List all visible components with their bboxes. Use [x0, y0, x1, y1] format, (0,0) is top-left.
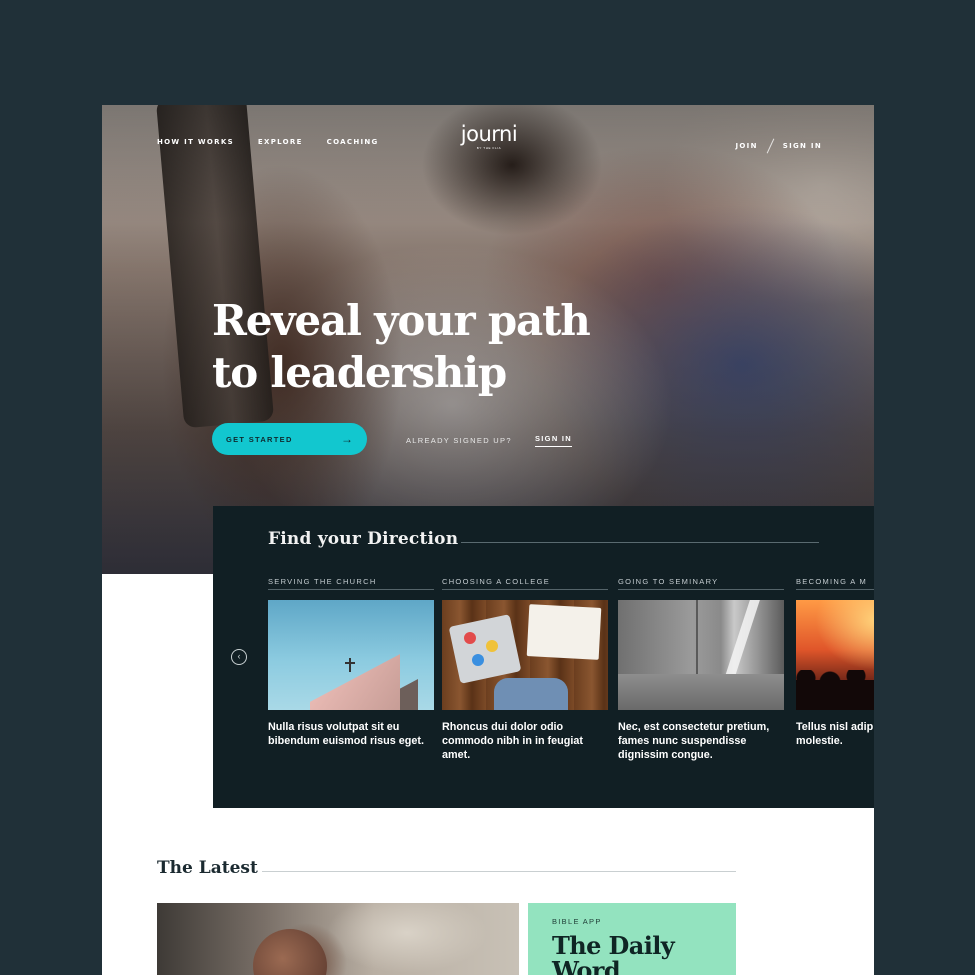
card-category: SERVING THE CHURCH — [268, 577, 434, 590]
direction-card-seminary[interactable]: GOING TO SEMINARY Nec, est consectetur p… — [618, 577, 784, 762]
hero-title-line-1: Reveal your path — [212, 296, 591, 345]
person-photo-shape — [253, 929, 327, 975]
sticker-shape — [472, 654, 484, 666]
card-image-church — [268, 600, 434, 710]
card-category: CHOOSING A COLLEGE — [442, 577, 608, 590]
hero-section: HOW IT WORKS EXPLORE COACHING journi BY … — [102, 105, 874, 574]
direction-card-college[interactable]: CHOOSING A COLLEGE Rhoncus dui dolor odi… — [442, 577, 608, 762]
sticker-shape — [486, 640, 498, 652]
direction-card-becoming[interactable]: BECOMING A M Tellus nisl adip semper ips… — [796, 577, 874, 748]
direction-title-rule — [461, 542, 819, 543]
journi-logo[interactable]: journi BY THE FLIA — [454, 123, 524, 150]
latest-card-category: BIBLE APP — [552, 917, 602, 926]
nav-join[interactable]: JOIN — [736, 142, 758, 150]
laptop-shape — [448, 614, 522, 684]
sticker-shape — [464, 632, 476, 644]
aisle-shape — [696, 600, 698, 674]
latest-bible-app-card[interactable]: BIBLE APP The Daily Word — [528, 903, 736, 975]
latest-title: The Latest — [157, 858, 258, 878]
latest-feature-photo[interactable] — [157, 903, 519, 975]
logo-wordmark: journi — [460, 122, 518, 146]
arrow-right-icon: → — [341, 432, 353, 446]
card-description: Tellus nisl adip semper ipsum et molesti… — [796, 721, 874, 747]
latest-title-rule — [262, 871, 736, 872]
card-image-college — [442, 600, 608, 710]
nav-explore[interactable]: EXPLORE — [258, 138, 303, 146]
card-image-seminary — [618, 600, 784, 710]
get-started-label: GET STARTED — [226, 434, 293, 444]
nav-sign-in[interactable]: SIGN IN — [783, 142, 822, 150]
hero-sign-in-link[interactable]: SIGN IN — [535, 434, 573, 447]
card-description: Rhoncus dui dolor odio commodo nibh in i… — [442, 721, 583, 761]
account-nav: JOIN SIGN IN — [736, 138, 822, 154]
church-cross-bar — [345, 662, 355, 664]
nav-how-it-works[interactable]: HOW IT WORKS — [157, 138, 234, 146]
floor-shape — [618, 674, 784, 710]
nav-divider — [766, 138, 775, 154]
card-category: BECOMING A M — [796, 577, 874, 590]
direction-card-serving[interactable]: SERVING THE CHURCH Nulla risus volutpat … — [268, 577, 434, 748]
card-category: GOING TO SEMINARY — [618, 577, 784, 590]
landing-page: HOW IT WORKS EXPLORE COACHING journi BY … — [102, 105, 874, 975]
already-signed-up-text: ALREADY SIGNED UP? — [406, 436, 512, 445]
direction-panel: Find your Direction ‹ SERVING THE CHURCH… — [213, 506, 874, 808]
crowd-silhouette — [796, 670, 874, 710]
direction-title: Find your Direction — [268, 529, 459, 549]
carousel-prev-button[interactable]: ‹ — [231, 649, 247, 665]
notebook-shape — [526, 604, 602, 660]
church-cross-icon — [349, 658, 351, 672]
card-description: Nec, est consectetur pretium, fames nunc… — [618, 721, 770, 761]
primary-nav: HOW IT WORKS EXPLORE COACHING — [157, 138, 379, 146]
card-description: Nulla risus volutpat sit eu bibendum eui… — [268, 721, 424, 747]
latest-card-headline: The Daily Word — [552, 931, 675, 975]
church-roof — [310, 654, 400, 710]
card-image-worship — [796, 600, 874, 710]
hero-title-line-2: to leadership — [212, 348, 507, 397]
get-started-button[interactable]: GET STARTED → — [212, 423, 367, 455]
chevron-left-icon: ‹ — [237, 651, 241, 661]
hero-title: Reveal your path to leadership — [212, 295, 612, 399]
nav-coaching[interactable]: COACHING — [327, 138, 379, 146]
logo-tagline: BY THE FLIA — [476, 146, 502, 150]
backpack-shape — [494, 678, 568, 710]
